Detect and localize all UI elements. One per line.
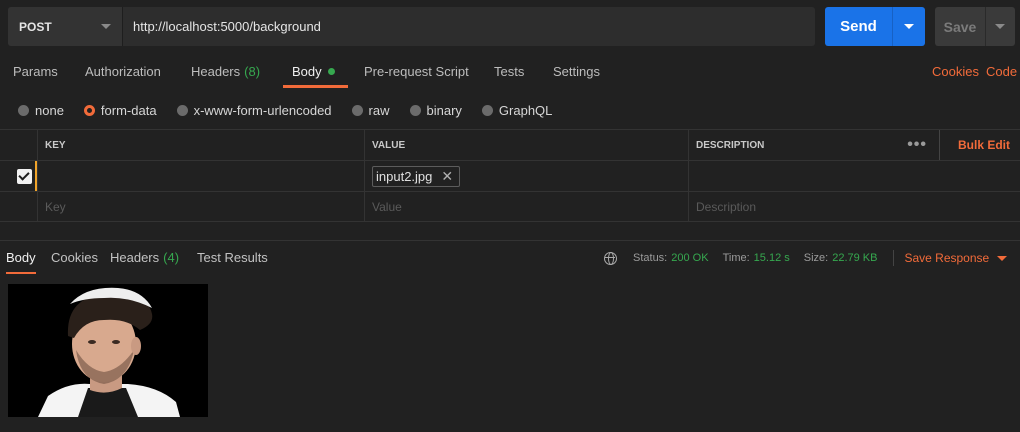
file-chip: input2.jpg ✕ [372,165,461,187]
header-checkbox-cell [0,130,37,160]
radio-raw[interactable]: raw [351,102,390,118]
bulk-edit-link[interactable]: Bulk Edit [958,130,1010,160]
tab-label: Params [13,64,58,79]
radio-label: binary [426,102,462,118]
chevron-down-icon [101,24,111,29]
tab-label: Authorization [85,64,161,79]
form-data-table: KEY VALUE DESCRIPTION ••• Bulk Edit inpu… [0,129,1020,222]
status-value: 200 OK [671,252,709,264]
table-row-empty: Key Value Description [0,191,1020,222]
response-tab-cookies[interactable]: Cookies [51,250,98,274]
tab-settings[interactable]: Settings [553,62,600,88]
radio-label: GraphQL [498,102,553,118]
key-input[interactable]: Key [37,192,364,221]
request-tabs: Params Authorization Headers (8) Body Pre… [0,62,1020,88]
separator [893,250,895,266]
response-image-preview [8,284,208,417]
body-type-radios: none form-data x-www-form-urlencoded raw… [18,101,572,119]
method-label: POST [19,19,52,34]
tab-params[interactable]: Params [13,62,58,88]
radio-label: raw [368,102,390,118]
tab-label: Tests [494,64,525,79]
empty-checkbox-cell [0,192,37,221]
radio-selected-icon [83,104,95,116]
tab-label: Headers [110,250,160,265]
value-field[interactable]: input2.jpg ✕ [364,161,688,191]
radio-label: form-data [100,102,157,118]
description-input[interactable]: Description [688,192,1020,221]
checkbox-checked-icon[interactable] [17,168,32,184]
save-button[interactable]: Save [935,7,985,46]
save-options-button[interactable] [985,7,1015,46]
code-link[interactable]: Code [986,62,1017,82]
radio-label: none [35,102,64,118]
request-bar: POST http://localhost:5000/background [8,7,815,46]
description-column-header: DESCRIPTION ••• Bulk Edit [688,130,1020,160]
size-value: 22.79 KB [832,252,878,264]
portrait-image [8,284,208,417]
chevron-down-icon [904,24,914,29]
save-response-label: Save Response [904,251,990,265]
radio-icon [176,104,188,116]
body-indicator-dot [327,68,335,75]
radio-icon [409,104,421,116]
tab-authorization[interactable]: Authorization [85,62,161,88]
table-header-row: KEY VALUE DESCRIPTION ••• Bulk Edit [0,129,1020,160]
status-label: Status: [633,252,668,264]
file-name: input2.jpg [376,168,433,184]
remove-file-icon[interactable]: ✕ [441,168,453,185]
tab-headers[interactable]: Headers (8) [191,62,260,88]
send-button-group: Send [825,7,925,46]
radio-icon [18,104,29,116]
description-header-label: DESCRIPTION [696,139,765,151]
response-tab-body[interactable]: Body [6,250,36,274]
tab-label: Settings [553,64,600,79]
tab-label: Headers [191,64,241,79]
radio-none[interactable]: none [18,103,64,118]
save-button-group: Save [935,7,1015,46]
description-field[interactable] [688,161,1020,191]
size-label: Size: [803,252,829,264]
headers-count: (4) [163,250,180,265]
response-status-bar: Status: 200 OK Time: 15.12 s Size: 22.79… [604,250,1008,266]
headers-count: (8) [244,64,261,79]
row-checkbox-cell [0,161,37,191]
more-options-icon[interactable]: ••• [907,130,940,160]
radio-form-data[interactable]: form-data [83,102,157,118]
tab-pre-request-script[interactable]: Pre-request Script [364,62,469,88]
value-column-header: VALUE [364,130,688,160]
chevron-down-icon [995,24,1005,29]
send-options-button[interactable] [892,7,925,46]
key-field[interactable] [37,161,364,191]
radio-urlencoded[interactable]: x-www-form-urlencoded [176,102,332,118]
cookies-link[interactable]: Cookies [932,62,979,82]
pane-divider[interactable] [0,240,1020,241]
radio-icon [481,104,493,116]
key-column-header: KEY [37,130,364,160]
send-button[interactable]: Send [825,7,892,46]
radio-graphql[interactable]: GraphQL [481,102,553,118]
save-response-button[interactable]: Save Response [904,251,1008,265]
url-input[interactable]: http://localhost:5000/background [123,7,815,46]
tab-label: Pre-request Script [364,64,469,79]
table-row: input2.jpg ✕ [0,160,1020,191]
radio-binary[interactable]: binary [409,102,462,118]
time-label: Time: [722,252,750,264]
radio-label: x-www-form-urlencoded [193,102,332,118]
value-input[interactable]: Value [364,192,688,221]
response-tab-test-results[interactable]: Test Results [197,250,268,274]
tab-tests[interactable]: Tests [494,62,524,88]
tab-label: Body [292,64,322,79]
time-value: 15.12 s [753,252,790,264]
response-tab-headers[interactable]: Headers (4) [110,250,179,274]
radio-icon [351,104,363,116]
chevron-down-icon [997,255,1008,261]
method-select[interactable]: POST [8,7,123,46]
tab-body[interactable]: Body [283,62,348,88]
globe-icon[interactable] [604,251,617,265]
